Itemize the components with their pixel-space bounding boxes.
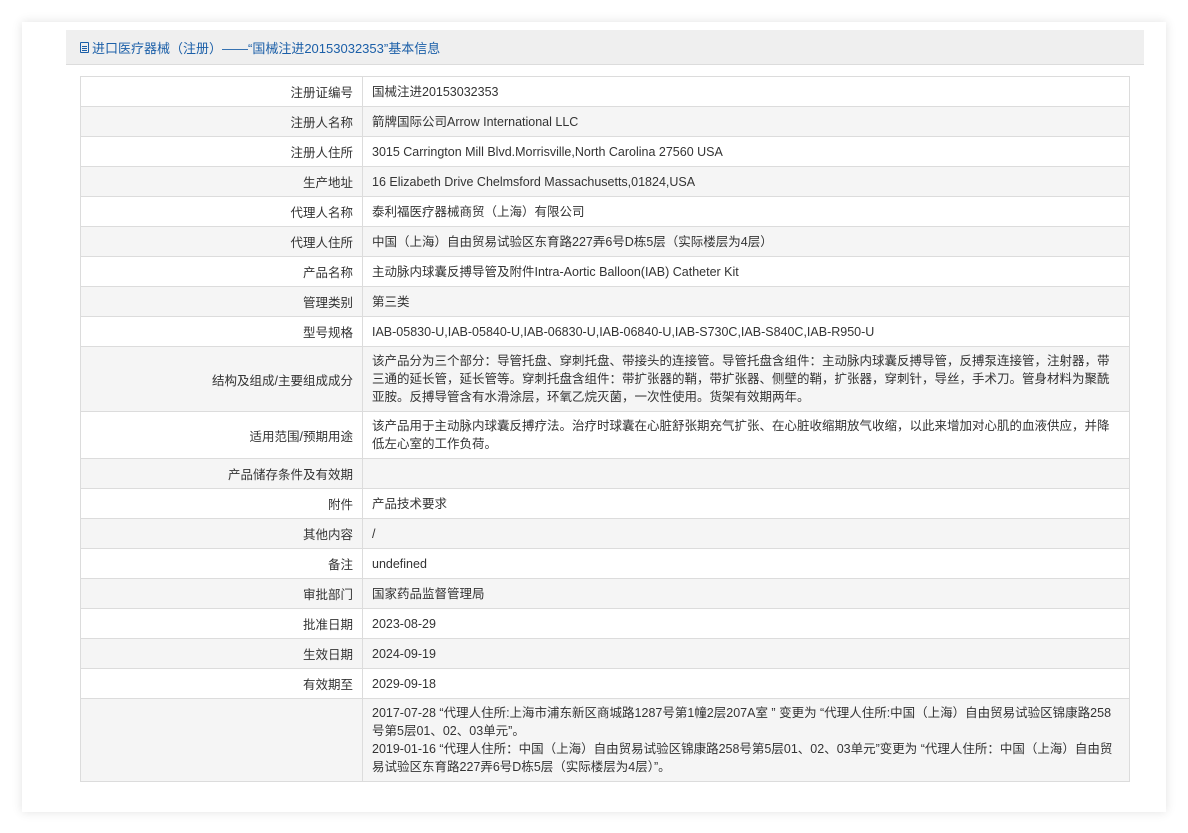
table-row: 生产地址 16 Elizabeth Drive Chelmsford Massac… — [80, 166, 1130, 197]
row-value-remarks: undefined — [362, 548, 1130, 579]
row-label-approval-dept: 审批部门 — [80, 578, 363, 609]
row-value-approval-dept: 国家药品监督管理局 — [362, 578, 1130, 609]
row-value-production-address: 16 Elizabeth Drive Chelmsford Massachuse… — [362, 166, 1130, 197]
change-entry: 2017-07-28 “代理人住所:上海市浦东新区商城路1287号第1幢2层20… — [372, 706, 1112, 738]
page-title: 进口医疗器械（注册）——“国械注进20153032353”基本信息 — [92, 40, 441, 56]
row-value-effective-date: 2024-09-19 — [362, 638, 1130, 669]
row-value-agent-address: 中国（上海）自由贸易试验区东育路227弄6号D栋5层（实际楼层为4层） — [362, 226, 1130, 257]
info-panel: 进口医疗器械（注册）——“国械注进20153032353”基本信息 注册证编号国… — [66, 30, 1144, 812]
change-history-list: 2017-07-28 “代理人住所:上海市浦东新区商城路1287号第1幢2层20… — [362, 698, 1130, 782]
row-value-approval-date: 2023-08-29 — [362, 608, 1130, 639]
row-label-management-category: 管理类别 — [80, 286, 363, 317]
row-label-intended-use: 适用范围/预期用途 — [80, 411, 363, 459]
row-value-registrant-name: 箭牌国际公司Arrow International LLC — [362, 106, 1130, 137]
table-row: 注册证编号 国械注进20153032353 — [80, 76, 1130, 107]
table-row: 注册人名称 箭牌国际公司Arrow International LLC — [80, 106, 1130, 137]
row-value-storage — [362, 458, 1130, 489]
row-value-attachment: 产品技术要求 — [362, 488, 1130, 519]
row-value-management-category: 第三类 — [362, 286, 1130, 317]
table-row: 结构及组成/主要组成成分 该产品分为三个部分：导管托盘、穿刺托盘、带接头的连接管。… — [80, 346, 1130, 412]
table-row: 代理人住所 中国（上海）自由贸易试验区东育路227弄6号D栋5层（实际楼层为4层） — [80, 226, 1130, 257]
row-label-model-spec: 型号规格 — [80, 316, 363, 347]
row-label-valid-until: 有效期至 — [80, 668, 363, 699]
row-label-remarks: 备注 — [80, 548, 363, 579]
row-label-attachment: 附件 — [80, 488, 363, 519]
row-label-product-name: 产品名称 — [80, 256, 363, 287]
row-label-approval-date: 批准日期 — [80, 608, 363, 639]
row-label-storage: 产品储存条件及有效期 — [80, 458, 363, 489]
table-row: 产品储存条件及有效期 — [80, 458, 1130, 489]
row-label-change-history — [80, 698, 363, 782]
panel-header: 进口医疗器械（注册）——“国械注进20153032353”基本信息 — [66, 30, 1144, 65]
table-row: 注册人住所 3015 Carrington Mill Blvd.Morrisvil… — [80, 136, 1130, 167]
row-label-registrant-name: 注册人名称 — [80, 106, 363, 137]
row-label-registration-number: 注册证编号 — [80, 76, 363, 107]
document-icon — [80, 41, 89, 53]
table-row: 审批部门 国家药品监督管理局 — [80, 578, 1130, 609]
row-value-agent-name: 泰利福医疗器械商贸（上海）有限公司 — [362, 196, 1130, 227]
table-row: 附件 产品技术要求 — [80, 488, 1130, 519]
row-label-agent-name: 代理人名称 — [80, 196, 363, 227]
row-label-effective-date: 生效日期 — [80, 638, 363, 669]
change-entry: 2019-01-16 “代理人住所：中国（上海）自由贸易试验区锦康路258号第5… — [372, 742, 1113, 774]
row-value-other-content: / — [362, 518, 1130, 549]
table-row: 适用范围/预期用途 该产品用于主动脉内球囊反搏疗法。治疗时球囊在心脏舒张期充气扩张… — [80, 411, 1130, 459]
row-value-registrant-address: 3015 Carrington Mill Blvd.Morrisville,No… — [362, 136, 1130, 167]
row-value-structure: 该产品分为三个部分：导管托盘、穿刺托盘、带接头的连接管。导管托盘含组件：主动脉内… — [362, 346, 1130, 412]
row-value-intended-use: 该产品用于主动脉内球囊反搏疗法。治疗时球囊在心脏舒张期充气扩张、在心脏收缩期放气… — [362, 411, 1130, 459]
table-row: 批准日期 2023-08-29 — [80, 608, 1130, 639]
table-row: 有效期至 2029-09-18 — [80, 668, 1130, 699]
table-row: 备注 undefined — [80, 548, 1130, 579]
table-row: 管理类别 第三类 — [80, 286, 1130, 317]
row-label-other-content: 其他内容 — [80, 518, 363, 549]
table-row: 代理人名称 泰利福医疗器械商贸（上海）有限公司 — [80, 196, 1130, 227]
table-row: 2017-07-28 “代理人住所:上海市浦东新区商城路1287号第1幢2层20… — [80, 698, 1130, 782]
table-row: 生效日期 2024-09-19 — [80, 638, 1130, 669]
table-row: 型号规格 IAB-05830-U,IAB-05840-U,IAB-06830-U,… — [80, 316, 1130, 347]
table-row: 产品名称 主动脉内球囊反搏导管及附件Intra-Aortic Balloon(IA… — [80, 256, 1130, 287]
row-value-valid-until: 2029-09-18 — [362, 668, 1130, 699]
row-label-production-address: 生产地址 — [80, 166, 363, 197]
row-value-registration-number: 国械注进20153032353 — [362, 76, 1130, 107]
row-label-agent-address: 代理人住所 — [80, 226, 363, 257]
row-value-product-name: 主动脉内球囊反搏导管及附件Intra-Aortic Balloon(IAB) C… — [362, 256, 1130, 287]
content-card: 进口医疗器械（注册）——“国械注进20153032353”基本信息 注册证编号国… — [22, 22, 1166, 812]
row-label-structure: 结构及组成/主要组成成分 — [80, 346, 363, 412]
registration-info-table: 注册证编号 国械注进20153032353 注册人名称 箭牌国际公司Arrow In… — [80, 76, 1130, 782]
row-value-model-spec: IAB-05830-U,IAB-05840-U,IAB-06830-U,IAB-… — [362, 316, 1130, 347]
table-row: 其他内容 / — [80, 518, 1130, 549]
row-label-registrant-address: 注册人住所 — [80, 136, 363, 167]
